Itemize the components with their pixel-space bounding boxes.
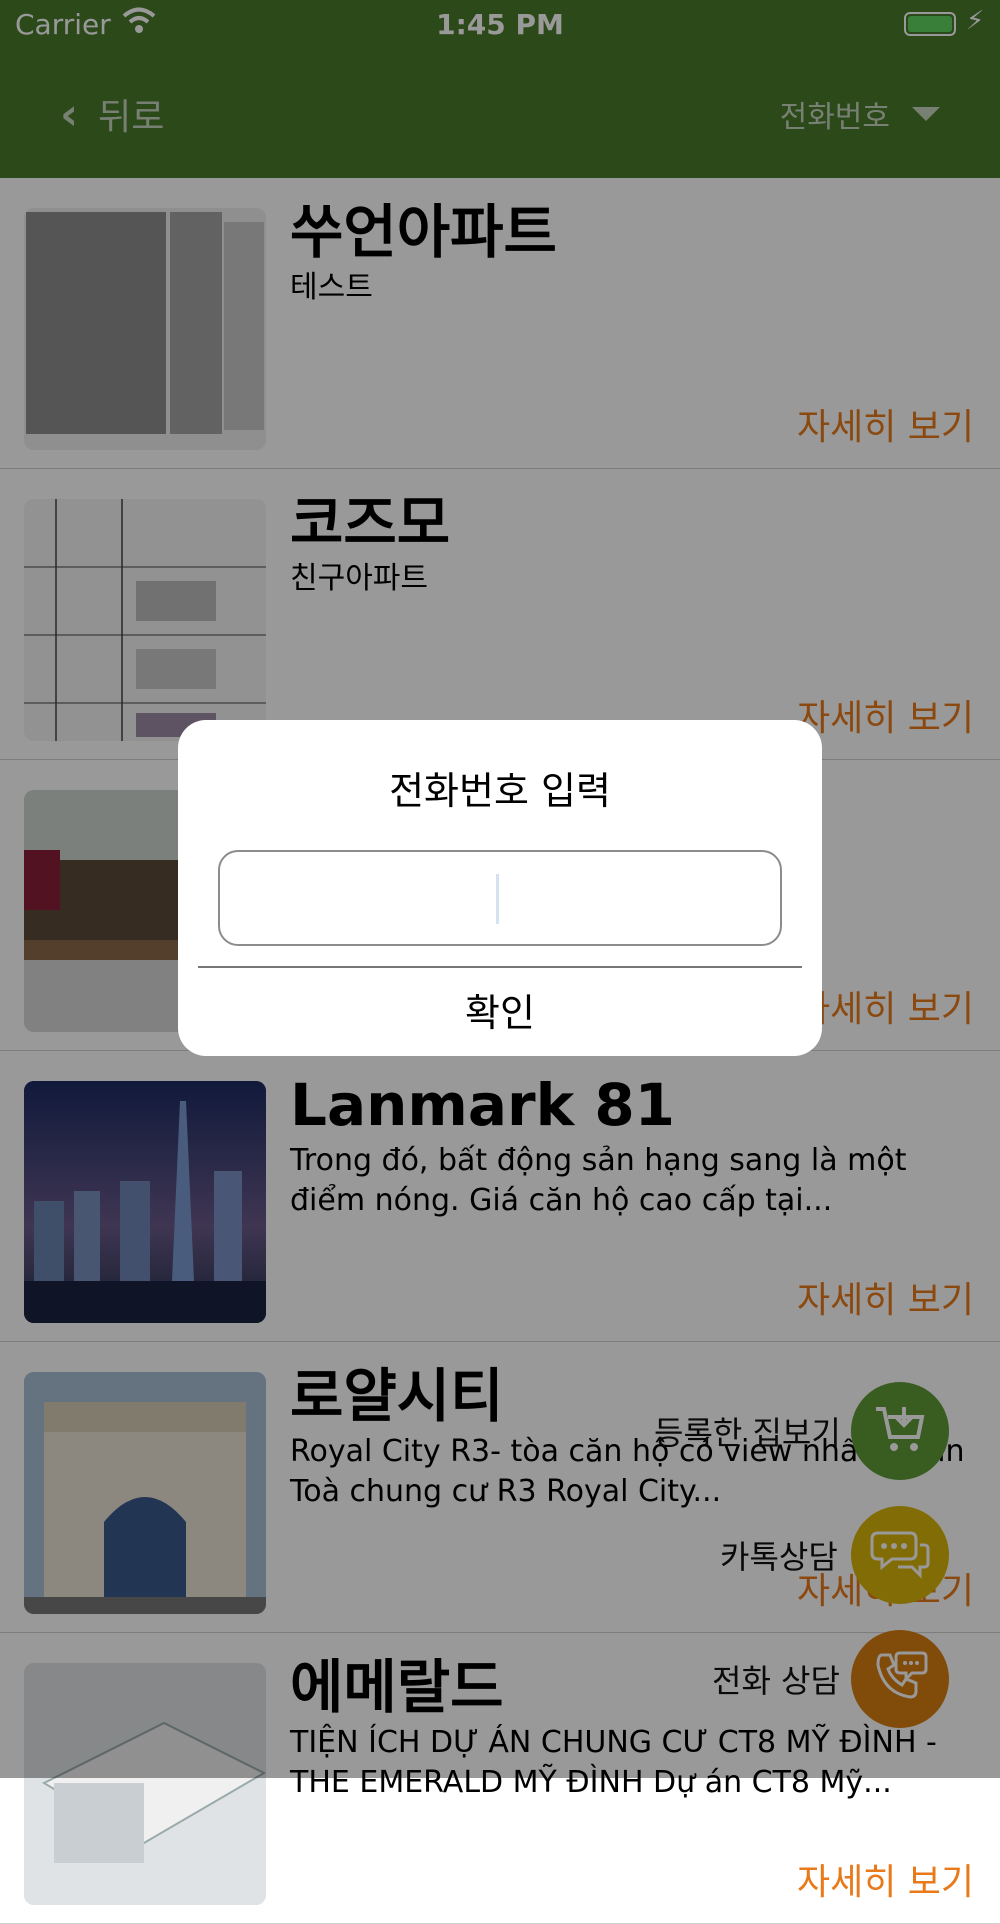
dialog-divider (198, 966, 802, 968)
dialog-title: 전화번호 입력 (389, 769, 611, 813)
view-details-link[interactable]: 자세히 보기 (797, 1853, 974, 1905)
phone-number-input[interactable] (218, 850, 782, 946)
text-caret (496, 874, 499, 924)
confirm-button[interactable]: 확인 (178, 982, 822, 1037)
phone-input-dialog: 전화번호 입력 확인 (178, 720, 822, 1056)
